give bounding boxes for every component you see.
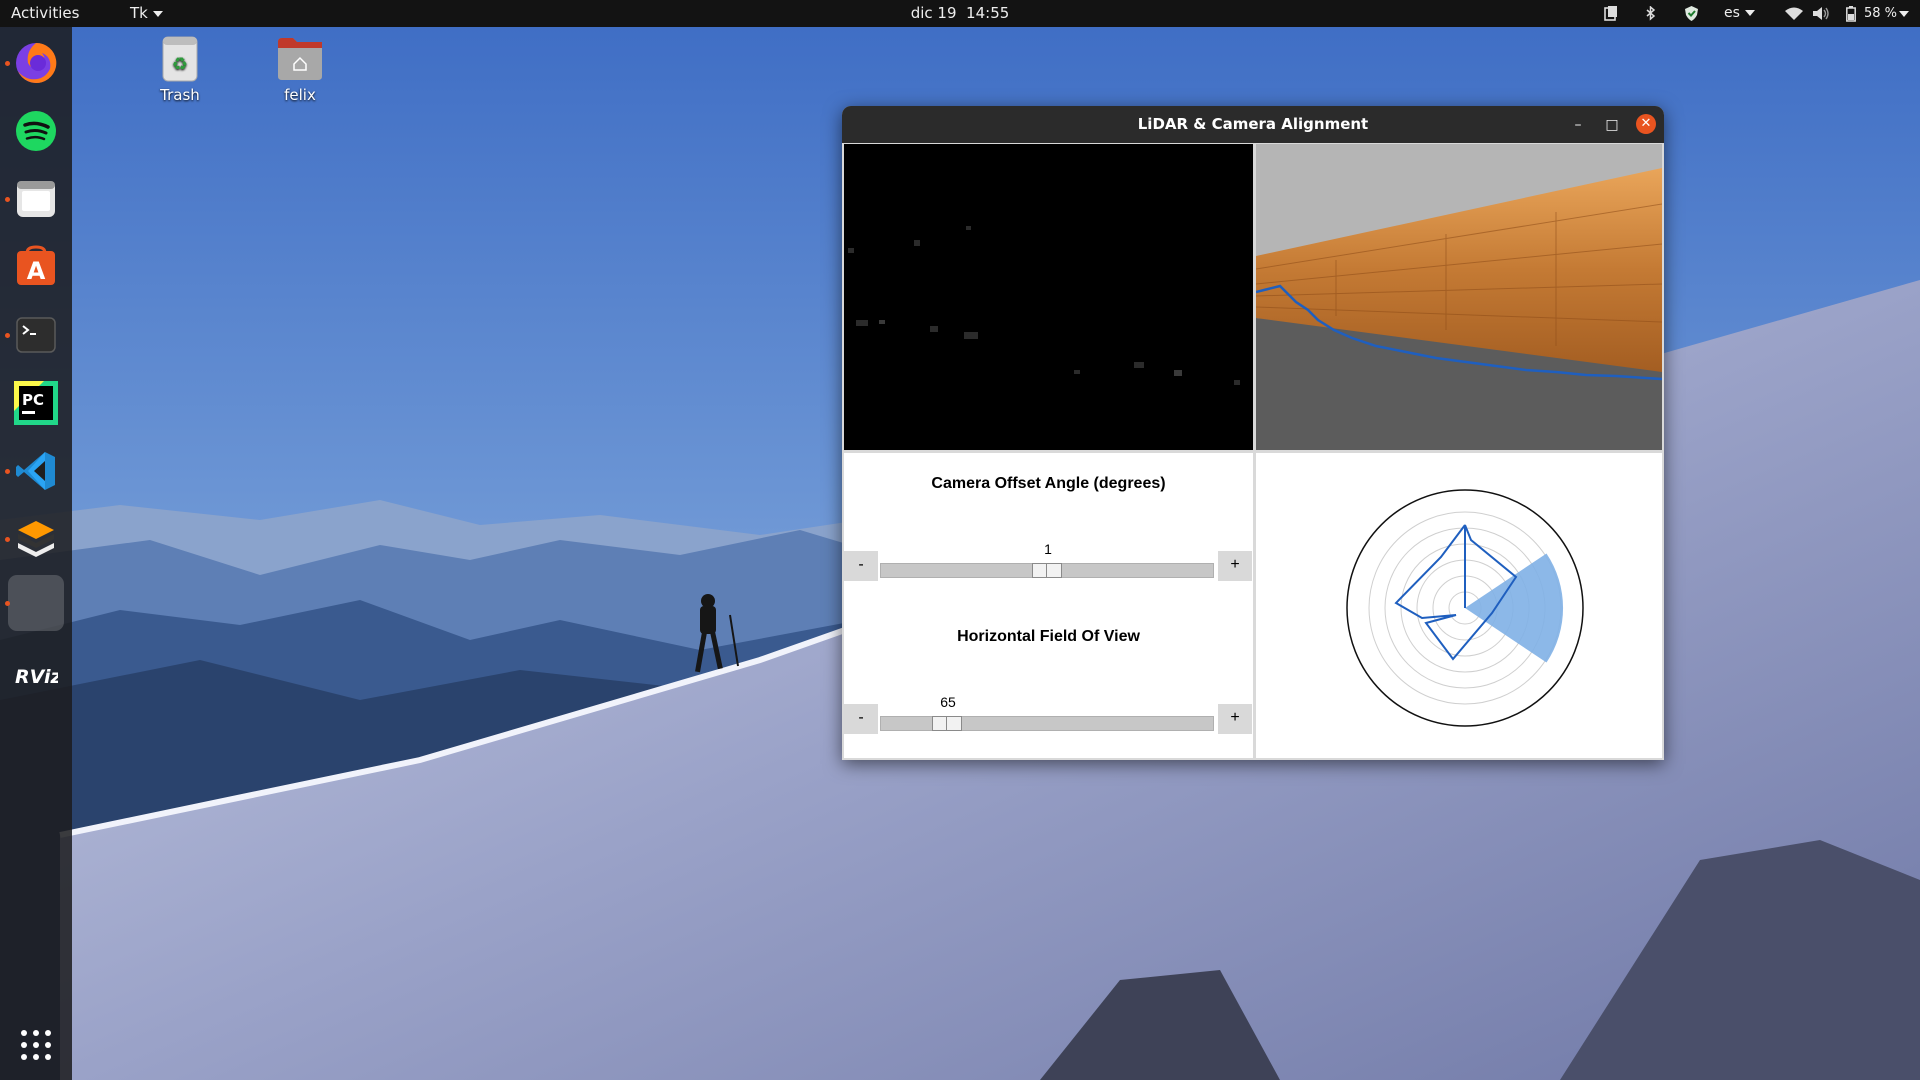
vscode-icon xyxy=(16,452,55,490)
desktop-icon-home[interactable]: felix xyxy=(255,34,345,104)
battery-icon[interactable] xyxy=(1846,6,1856,22)
controls-panel: Camera Offset Angle (degrees) - 1 + Hori… xyxy=(844,453,1253,758)
running-indicator xyxy=(5,469,10,474)
trash-icon: ♻ xyxy=(162,36,198,82)
running-indicator xyxy=(5,601,10,606)
polar-chart xyxy=(1346,489,1584,727)
maximize-button[interactable]: □ xyxy=(1602,115,1622,135)
running-indicator xyxy=(5,333,10,338)
window-title: LiDAR & Camera Alignment xyxy=(1137,115,1369,133)
offset-angle-handle[interactable] xyxy=(1032,563,1062,578)
dock-item-spotify[interactable] xyxy=(8,103,64,159)
running-indicator xyxy=(5,197,10,202)
offset-angle-value: 1 xyxy=(1044,541,1052,557)
offset-angle-increment-button[interactable]: + xyxy=(1218,551,1252,581)
svg-text:RViz: RViz xyxy=(15,666,58,688)
lidar-depth-view xyxy=(844,144,1253,450)
desktop-icon-label: Trash xyxy=(160,86,200,104)
camera-image-with-lidar-overlay xyxy=(1255,144,1663,450)
window-titlebar[interactable]: LiDAR & Camera Alignment – □ ✕ xyxy=(842,106,1664,143)
fov-wedge xyxy=(1465,553,1564,663)
fov-decrement-button[interactable]: - xyxy=(844,704,878,734)
rviz-icon: RViz xyxy=(15,666,58,688)
dock-item-ubuntu-software[interactable]: A xyxy=(8,239,64,295)
language-menu[interactable]: es xyxy=(1724,0,1755,27)
system-menu-chevron-icon[interactable] xyxy=(1899,11,1909,17)
software-center-icon: A xyxy=(17,245,55,285)
wifi-icon[interactable] xyxy=(1785,7,1803,20)
fov-slider[interactable]: 65 xyxy=(878,694,1218,734)
top-bar: Activities Tk dic 19 14:55 es 58 % xyxy=(0,0,1920,27)
fov-trough xyxy=(880,716,1214,731)
dock-item-terminal[interactable] xyxy=(8,307,64,363)
chevron-down-icon xyxy=(152,10,163,17)
dock: A PC RViz xyxy=(0,27,72,1080)
app-menu[interactable]: Tk xyxy=(130,0,163,27)
clock-date: dic 19 xyxy=(910,4,957,22)
fov-handle[interactable] xyxy=(932,716,963,731)
maximize-icon: □ xyxy=(1605,117,1619,133)
clock-time: 14:55 xyxy=(966,4,1010,22)
folder-icon xyxy=(17,181,55,217)
dock-item-firefox[interactable] xyxy=(8,35,64,91)
offset-angle-slider[interactable]: 1 xyxy=(878,541,1218,581)
running-indicator xyxy=(5,537,10,542)
offset-angle-trough xyxy=(880,563,1214,578)
app-grid-icon[interactable] xyxy=(20,1029,52,1061)
desktop-icon-label: felix xyxy=(284,86,316,104)
volume-icon[interactable] xyxy=(1813,6,1831,21)
home-folder-icon xyxy=(278,38,322,80)
minimize-button[interactable]: – xyxy=(1568,115,1588,135)
pycharm-icon: PC xyxy=(14,381,58,425)
lidar-polar-plot xyxy=(1256,453,1662,758)
bluetooth-icon[interactable] xyxy=(1646,6,1656,21)
spotify-icon xyxy=(16,111,56,151)
fov-increment-button[interactable]: + xyxy=(1218,704,1252,734)
close-icon: ✕ xyxy=(1640,116,1652,131)
running-indicator xyxy=(5,61,10,66)
activities-button[interactable]: Activities xyxy=(11,0,79,27)
dock-item-files[interactable] xyxy=(8,171,64,227)
dock-item-sublime-merge[interactable] xyxy=(8,511,64,567)
fov-title: Horizontal Field Of View xyxy=(957,628,1140,645)
svg-text:♻: ♻ xyxy=(172,54,188,75)
app-menu-label: Tk xyxy=(130,4,148,22)
vpn-shield-icon[interactable] xyxy=(1685,6,1698,21)
lidar-depth-image xyxy=(844,144,1253,450)
dock-item-vscode[interactable] xyxy=(8,443,64,499)
offset-angle-title: Camera Offset Angle (degrees) xyxy=(931,475,1166,492)
clock: dic 19 14:55 xyxy=(0,0,1920,27)
dock-item-pycharm[interactable]: PC xyxy=(8,375,64,431)
close-button[interactable]: ✕ xyxy=(1636,114,1656,134)
clock-button[interactable]: dic 19 14:55 xyxy=(911,4,1010,22)
clipboard-icon[interactable] xyxy=(1604,6,1618,21)
offset-angle-decrement-button[interactable]: - xyxy=(844,551,878,581)
fov-value: 65 xyxy=(940,694,956,710)
dock-item-tk-window[interactable] xyxy=(8,575,64,631)
svg-text:PC: PC xyxy=(22,391,44,409)
svg-text:A: A xyxy=(27,257,46,285)
firefox-icon xyxy=(16,42,57,83)
desktop-icon-trash[interactable]: ♻ Trash xyxy=(135,34,225,104)
camera-view xyxy=(1255,144,1663,450)
terminal-icon xyxy=(16,317,56,353)
app-window: LiDAR & Camera Alignment – □ ✕ Camera Of… xyxy=(842,106,1664,760)
dock-item-rviz[interactable]: RViz xyxy=(8,647,64,703)
minimize-icon: – xyxy=(1574,117,1582,133)
language-label: es xyxy=(1724,5,1740,21)
battery-percentage: 58 % xyxy=(1864,6,1898,21)
chevron-down-icon xyxy=(1744,10,1755,16)
sublime-icon xyxy=(18,521,54,557)
generic-app-icon xyxy=(14,581,58,625)
